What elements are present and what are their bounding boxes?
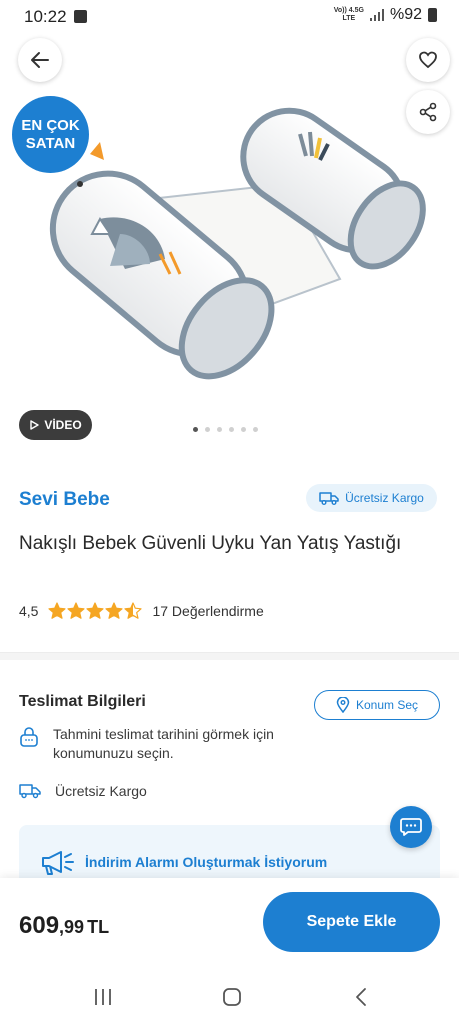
star-icon (67, 602, 86, 619)
network-indicator: Vo)) 4.5G LTE (334, 7, 364, 23)
discount-alarm-text: İndirim Alarmı Oluşturmak İstiyorum (85, 854, 328, 870)
back-button[interactable] (18, 38, 62, 82)
status-time: 10:22 (24, 7, 67, 26)
play-icon (30, 420, 40, 430)
star-icon (48, 602, 67, 619)
share-icon (419, 102, 437, 122)
battery-label: %92 (389, 6, 422, 23)
truck-icon (319, 492, 339, 505)
delivery-estimate-row: Tahmini teslimat tarihini görmek için ko… (19, 725, 319, 763)
rating-row[interactable]: 4,5 17 Değerlendirme (19, 602, 264, 620)
brand-link[interactable]: Sevi Bebe (19, 489, 110, 511)
free-shipping-row: Ücretsiz Kargo (19, 782, 147, 801)
section-divider (0, 652, 459, 660)
favorite-button[interactable] (406, 38, 450, 82)
carousel-dot[interactable] (241, 427, 246, 432)
star-icon (105, 602, 124, 619)
video-label: VİDEO (44, 418, 82, 432)
heart-icon (419, 51, 437, 69)
carousel-dot[interactable] (253, 427, 258, 432)
chat-button[interactable] (390, 806, 432, 848)
carousel-indicator (193, 427, 258, 432)
system-back-button[interactable] (346, 984, 376, 1010)
carousel-dot[interactable] (205, 427, 210, 432)
carousel-dot[interactable] (217, 427, 222, 432)
price: 609,99 TL (19, 912, 109, 940)
badge-line-2: SATAN (25, 135, 76, 152)
battery-icon (428, 8, 437, 22)
system-nav-bar (0, 972, 459, 1024)
star-icon (124, 602, 143, 619)
product-image-carousel[interactable] (0, 34, 459, 450)
star-icon (86, 602, 105, 619)
chat-bubble-icon (400, 818, 422, 836)
status-right: Vo)) 4.5G LTE %92 (334, 6, 437, 24)
lock-icon (20, 727, 38, 747)
share-button[interactable] (406, 90, 450, 134)
rating-stars (48, 602, 143, 620)
carousel-dot[interactable] (229, 427, 234, 432)
truck-icon (19, 784, 41, 799)
review-count: 17 Değerlendirme (152, 603, 264, 619)
add-to-cart-button[interactable]: Sepete Ekle (263, 892, 440, 952)
select-location-label: Konum Seç (355, 698, 419, 712)
price-integer: 609 (19, 912, 60, 939)
free-shipping-pill: Ücretsiz Kargo (306, 484, 437, 512)
price-currency: TL (87, 917, 110, 937)
badge-line-1: EN ÇOK (21, 117, 80, 134)
product-image (49, 107, 426, 380)
home-button[interactable] (217, 984, 247, 1010)
home-icon (223, 988, 241, 1006)
recent-apps-button[interactable] (88, 984, 118, 1010)
carousel-dot[interactable] (193, 427, 198, 432)
price-decimal: ,99 (59, 917, 85, 937)
notification-box-icon (74, 10, 87, 23)
product-page: 10:22 Vo)) 4.5G LTE %92 EN ÇOK SATAN VİD… (0, 0, 459, 1024)
best-seller-badge: EN ÇOK SATAN (12, 96, 89, 173)
product-title: Nakışlı Bebek Güvenli Uyku Yan Yatış Yas… (19, 533, 402, 554)
free-shipping-text: Ücretsiz Kargo (55, 783, 147, 799)
arrow-left-icon (31, 52, 49, 68)
select-location-button[interactable]: Konum Seç (314, 690, 440, 720)
delivery-title: Teslimat Bilgileri (19, 693, 146, 710)
megaphone-icon (42, 851, 74, 875)
delivery-estimate-text: Tahmini teslimat tarihini görmek için ko… (53, 726, 274, 761)
status-bar: 10:22 Vo)) 4.5G LTE %92 (0, 0, 459, 34)
free-shipping-label: Ücretsiz Kargo (345, 491, 424, 505)
network-top-label: Vo)) 4.5G (333, 7, 364, 14)
rating-value: 4,5 (19, 603, 39, 619)
recent-apps-icon (95, 989, 111, 1005)
video-button[interactable]: VİDEO (19, 410, 92, 440)
location-pin-icon (336, 697, 350, 713)
network-bottom-label: LTE (342, 15, 356, 22)
signal-icon (369, 9, 384, 21)
purchase-bar: 609,99 TL Sepete Ekle (0, 878, 459, 972)
chevron-left-icon (356, 988, 366, 1006)
